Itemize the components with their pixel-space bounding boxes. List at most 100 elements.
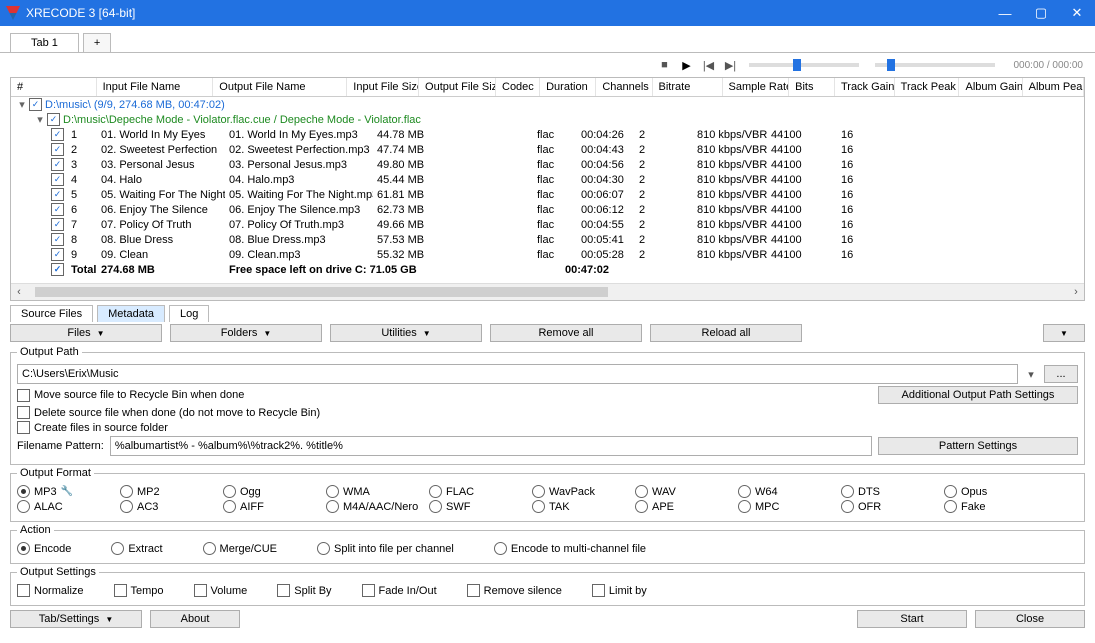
radio-icon[interactable] xyxy=(841,500,854,513)
setting-split-by[interactable]: Split By xyxy=(277,584,331,597)
scroll-right-icon[interactable]: › xyxy=(1068,286,1084,298)
grid-header[interactable]: # Input File Name Output File Name Input… xyxy=(11,78,1084,97)
volume-slider[interactable] xyxy=(875,63,995,67)
checkbox[interactable] xyxy=(277,584,290,597)
checkbox[interactable] xyxy=(467,584,480,597)
col-bits[interactable]: Bits xyxy=(789,78,835,96)
action-extract[interactable]: Extract xyxy=(111,542,162,555)
checkbox[interactable] xyxy=(194,584,207,597)
row-checkbox[interactable] xyxy=(29,98,42,111)
radio-icon[interactable] xyxy=(944,485,957,498)
track-row[interactable]: 6 06. Enjoy The Silence 06. Enjoy The Si… xyxy=(11,202,1084,217)
format-w64[interactable]: W64 xyxy=(738,485,841,498)
col-output[interactable]: Output File Name xyxy=(213,78,347,96)
setting-volume[interactable]: Volume xyxy=(194,584,248,597)
format-m4a/aac/nero[interactable]: M4A/AAC/Nero xyxy=(326,500,429,513)
format-fake[interactable]: Fake xyxy=(944,500,1047,513)
col-sample[interactable]: Sample Rate xyxy=(723,78,790,96)
tab-1[interactable]: Tab 1 xyxy=(10,33,79,52)
format-wma[interactable]: WMA xyxy=(326,485,429,498)
radio-icon[interactable] xyxy=(429,485,442,498)
radio-icon[interactable] xyxy=(635,500,648,513)
radio-icon[interactable] xyxy=(738,500,751,513)
row-checkbox[interactable] xyxy=(51,173,64,186)
cue-row[interactable]: ▾ D:\music\Depeche Mode - Violator.flac.… xyxy=(11,112,1084,127)
scroll-left-icon[interactable]: ‹ xyxy=(11,286,27,298)
next-icon[interactable]: ▶| xyxy=(721,59,739,72)
track-row[interactable]: 8 08. Blue Dress 08. Blue Dress.mp3 57.5… xyxy=(11,232,1084,247)
h-scrollbar[interactable]: ‹ › xyxy=(11,283,1084,300)
add-tab-button[interactable]: + xyxy=(83,33,111,52)
utilities-dropdown[interactable]: Utilities▼ xyxy=(330,324,482,342)
radio-icon[interactable] xyxy=(17,542,30,555)
row-checkbox[interactable] xyxy=(51,188,64,201)
radio-icon[interactable] xyxy=(738,485,751,498)
radio-icon[interactable] xyxy=(494,542,507,555)
col-input[interactable]: Input File Name xyxy=(97,78,214,96)
col-outsize[interactable]: Output File Size xyxy=(419,78,496,96)
row-checkbox[interactable] xyxy=(47,113,60,126)
collapse-icon[interactable]: ▾ xyxy=(35,113,45,126)
format-mp2[interactable]: MP2 xyxy=(120,485,223,498)
track-row[interactable]: 2 02. Sweetest Perfection 02. Sweetest P… xyxy=(11,142,1084,157)
row-checkbox[interactable] xyxy=(51,218,64,231)
format-alac[interactable]: ALAC xyxy=(17,500,120,513)
col-again[interactable]: Album Gain xyxy=(959,78,1022,96)
action-merge-cue[interactable]: Merge/CUE xyxy=(203,542,277,555)
action-encode-to-multi-channel-file[interactable]: Encode to multi-channel file xyxy=(494,542,646,555)
radio-icon[interactable] xyxy=(120,485,133,498)
tab-log[interactable]: Log xyxy=(169,305,209,322)
format-ape[interactable]: APE xyxy=(635,500,738,513)
start-button[interactable]: Start xyxy=(857,610,967,628)
track-row[interactable]: 9 09. Clean 09. Clean.mp3 55.32 MB flac … xyxy=(11,247,1084,262)
delete-checkbox[interactable] xyxy=(17,406,30,419)
radio-icon[interactable] xyxy=(223,485,236,498)
col-tgain[interactable]: Track Gain xyxy=(835,78,895,96)
remove-all-button[interactable]: Remove all xyxy=(490,324,642,342)
radio-icon[interactable] xyxy=(532,485,545,498)
additional-output-button[interactable]: Additional Output Path Settings xyxy=(878,386,1078,404)
row-checkbox[interactable] xyxy=(51,248,64,261)
track-row[interactable]: 7 07. Policy Of Truth 07. Policy Of Trut… xyxy=(11,217,1084,232)
recycle-checkbox[interactable] xyxy=(17,389,30,402)
format-ogg[interactable]: Ogg xyxy=(223,485,326,498)
menu-dropdown[interactable]: ▼ xyxy=(1043,324,1085,342)
col-apeak[interactable]: Album Peak xyxy=(1023,78,1084,96)
format-opus[interactable]: Opus xyxy=(944,485,1047,498)
close-button[interactable]: Close xyxy=(975,610,1085,628)
checkbox[interactable] xyxy=(114,584,127,597)
checkbox[interactable] xyxy=(362,584,375,597)
folders-dropdown[interactable]: Folders▼ xyxy=(170,324,322,342)
col-num[interactable]: # xyxy=(11,78,97,96)
format-tak[interactable]: TAK xyxy=(532,500,635,513)
setting-limit-by[interactable]: Limit by xyxy=(592,584,647,597)
row-checkbox[interactable] xyxy=(51,263,64,276)
radio-icon[interactable] xyxy=(317,542,330,555)
radio-icon[interactable] xyxy=(635,485,648,498)
format-swf[interactable]: SWF xyxy=(429,500,532,513)
filename-pattern-input[interactable] xyxy=(110,436,872,456)
track-row[interactable]: 5 05. Waiting For The Night 05. Waiting … xyxy=(11,187,1084,202)
format-aiff[interactable]: AIFF xyxy=(223,500,326,513)
track-row[interactable]: 3 03. Personal Jesus 03. Personal Jesus.… xyxy=(11,157,1084,172)
row-checkbox[interactable] xyxy=(51,158,64,171)
checkbox[interactable] xyxy=(592,584,605,597)
row-checkbox[interactable] xyxy=(51,203,64,216)
format-wavpack[interactable]: WavPack xyxy=(532,485,635,498)
grid-body[interactable]: ▾ D:\music\ (9/9, 274.68 MB, 00:47:02) ▾… xyxy=(11,97,1084,283)
tab-settings-dropdown[interactable]: Tab/Settings▼ xyxy=(10,610,142,628)
minimize-button[interactable]: — xyxy=(987,0,1023,26)
row-checkbox[interactable] xyxy=(51,128,64,141)
radio-icon[interactable] xyxy=(120,500,133,513)
format-mpc[interactable]: MPC xyxy=(738,500,841,513)
stop-icon[interactable]: ■ xyxy=(655,59,673,71)
output-path-input[interactable] xyxy=(17,364,1018,384)
radio-icon[interactable] xyxy=(944,500,957,513)
track-row[interactable]: 1 01. World In My Eyes 01. World In My E… xyxy=(11,127,1084,142)
checkbox[interactable] xyxy=(17,584,30,597)
format-ofr[interactable]: OFR xyxy=(841,500,944,513)
col-codec[interactable]: Codec xyxy=(496,78,540,96)
setting-normalize[interactable]: Normalize xyxy=(17,584,84,597)
col-duration[interactable]: Duration xyxy=(540,78,596,96)
gear-icon[interactable]: 🔧 xyxy=(61,486,73,497)
